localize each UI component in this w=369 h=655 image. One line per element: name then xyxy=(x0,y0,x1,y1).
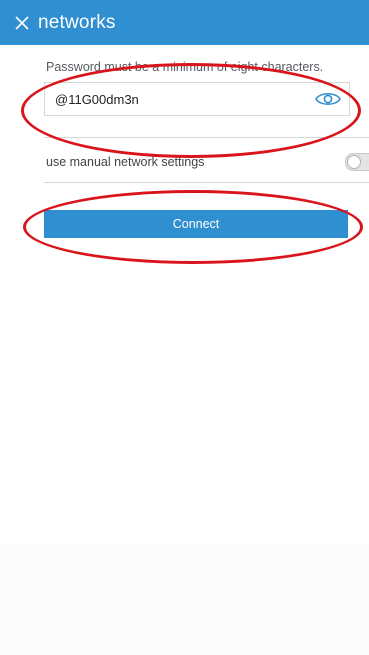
eye-icon xyxy=(315,92,341,106)
password-field-container xyxy=(44,82,350,116)
toggle-knob xyxy=(347,155,361,169)
page-title: networks xyxy=(38,11,116,33)
manual-settings-label: use manual network settings xyxy=(46,155,205,169)
password-hint: Password must be a minimum of eight char… xyxy=(46,60,324,74)
close-icon xyxy=(15,15,29,30)
divider xyxy=(44,137,369,138)
close-button[interactable] xyxy=(8,9,36,37)
connect-button[interactable]: Connect xyxy=(44,210,348,238)
network-form: Password must be a minimum of eight char… xyxy=(0,45,369,655)
empty-area xyxy=(0,545,369,655)
manual-settings-toggle[interactable] xyxy=(345,153,369,171)
password-input[interactable] xyxy=(55,83,305,115)
divider xyxy=(44,182,369,183)
show-password-button[interactable] xyxy=(315,90,341,108)
top-bar: networks xyxy=(0,0,369,45)
